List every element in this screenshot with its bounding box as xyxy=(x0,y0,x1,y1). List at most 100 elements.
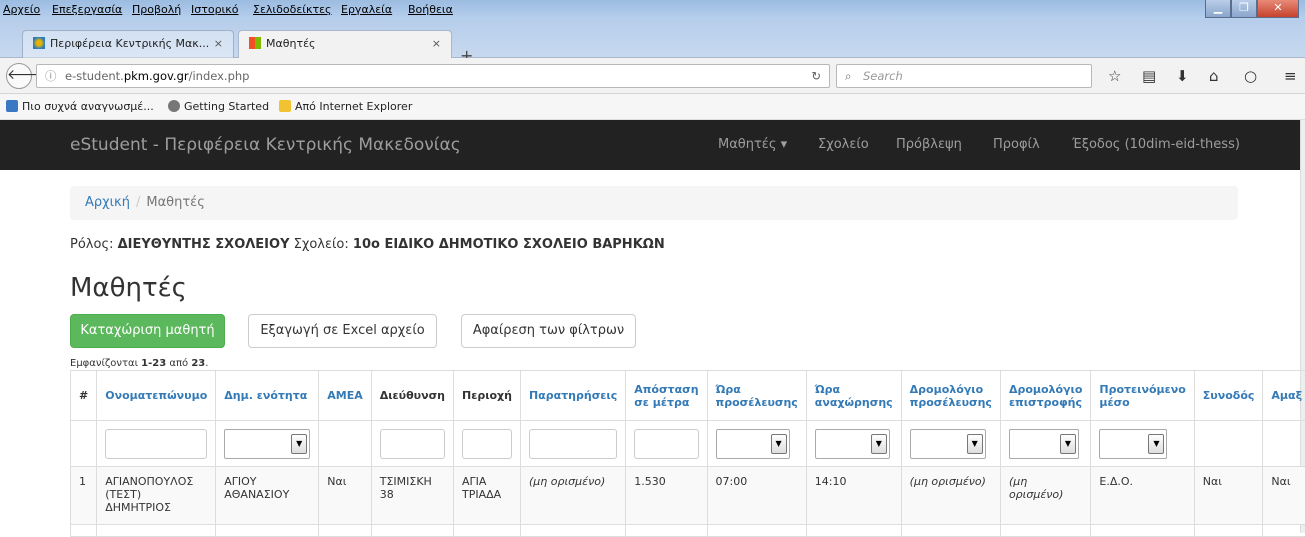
tab-title: Περιφέρεια Κεντρικής Μακ... xyxy=(50,37,209,50)
cell-suggested-transport: Ε.Δ.Ο. xyxy=(1091,467,1194,525)
clear-filters-button[interactable]: Αφαίρεση των φίλτρων xyxy=(461,314,636,348)
menu-bookmarks[interactable]: Σελιδοδείκτες xyxy=(253,3,332,16)
nav-logout[interactable]: Έξοδος (10dim-eid-thess) xyxy=(1072,137,1240,152)
address-filter-input[interactable] xyxy=(380,429,445,459)
col-header-municipality[interactable]: Δημ. ενότητα xyxy=(216,371,319,421)
bookmarks-toolbar: Πιο συχνά αναγνωσμέ... Getting Started Α… xyxy=(0,94,1305,120)
distance-filter-input[interactable] xyxy=(634,429,698,459)
return-route-filter-select[interactable]: ▼ xyxy=(1009,429,1079,459)
home-icon[interactable]: ⌂ xyxy=(1209,67,1219,85)
name-filter-input[interactable] xyxy=(105,429,207,459)
arrival-route-filter-select[interactable]: ▼ xyxy=(910,429,986,459)
filter-cell-empty xyxy=(71,421,97,467)
menu-tools[interactable]: Εργαλεία xyxy=(341,3,392,16)
minimize-icon[interactable]: ▁ xyxy=(1205,0,1231,18)
results-summary: Εμφανίζονται 1-23 από 23. xyxy=(70,358,208,369)
window-controls: ▁ ❐ ✕ xyxy=(1205,0,1299,20)
col-header-index: # xyxy=(71,371,97,421)
url-bar[interactable]: ⓘ e-student.pkm.gov.gr/index.php ↻ xyxy=(36,64,830,88)
breadcrumb-current: Μαθητές xyxy=(146,195,204,210)
breadcrumb-separator: / xyxy=(130,195,146,210)
menu-help[interactable]: Βοήθεια xyxy=(408,3,453,16)
col-header-notes[interactable]: Παρατηρήσεις xyxy=(520,371,625,421)
bookmark-ie-folder[interactable]: Από Internet Explorer xyxy=(279,100,412,113)
chat-icon[interactable]: ○ xyxy=(1244,67,1257,85)
bookmark-getting-started[interactable]: Getting Started xyxy=(168,100,269,113)
filter-cell: ▼ xyxy=(216,421,319,467)
nav-students-dropdown[interactable]: Μαθητές ▾ xyxy=(718,137,787,152)
menu-edit[interactable]: Επεξεργασία xyxy=(52,3,122,16)
nav-forecast[interactable]: Πρόβλεψη xyxy=(896,137,962,152)
bookmark-most-visited[interactable]: Πιο συχνά αναγνωσμέ... xyxy=(6,100,154,113)
col-header-return-route[interactable]: Δρομολόγιο επιστροφής xyxy=(1000,371,1090,421)
municipality-filter-select[interactable]: ▼ xyxy=(224,429,310,459)
breadcrumb: Αρχική/Μαθητές xyxy=(70,186,1238,220)
browser-menubar: Αρχείο Επεξεργασία Προβολή Ιστορικό Σελι… xyxy=(0,0,1305,20)
col-header-arrival-route[interactable]: Δρομολόγιο προσέλευσης xyxy=(901,371,1000,421)
cell-arrival-route: (μη ορισμένο) xyxy=(901,467,1000,525)
departure-time-filter-select[interactable]: ▼ xyxy=(815,429,890,459)
back-arrow-icon[interactable]: 🡐 xyxy=(6,63,32,89)
tab-close-icon[interactable]: × xyxy=(214,31,223,57)
col-header-arrival-time[interactable]: Ώρα προσέλευσης xyxy=(707,371,806,421)
filter-row: ▼ ▼ ▼ ▼ ▼ ▼ xyxy=(71,421,1305,467)
summary-total: 23 xyxy=(191,358,205,369)
col-header-disability[interactable]: ΑΜΕΑ xyxy=(319,371,372,421)
role-label: Ρόλος: xyxy=(70,237,113,252)
maximize-icon[interactable]: ❐ xyxy=(1231,0,1257,18)
col-header-suggested-transport[interactable]: Προτεινόμενο μέσο xyxy=(1091,371,1194,421)
table-row[interactable] xyxy=(71,525,1305,537)
bookmark-label: Getting Started xyxy=(184,100,269,113)
col-header-departure-time[interactable]: Ώρα αναχώρησης xyxy=(806,371,901,421)
col-header-vehicle[interactable]: Αμαξ xyxy=(1263,371,1305,421)
reading-list-icon[interactable]: ▤ xyxy=(1142,67,1156,85)
region-favicon-icon xyxy=(33,37,45,49)
col-header-name[interactable]: Ονοματεπώνυμο xyxy=(97,371,216,421)
close-window-icon[interactable]: ✕ xyxy=(1257,0,1299,18)
dropdown-arrow-icon: ▼ xyxy=(1060,434,1076,454)
page-title: Μαθητές xyxy=(70,273,187,303)
menu-history[interactable]: Ιστορικό xyxy=(191,3,239,16)
hamburger-menu-icon[interactable]: ≡ xyxy=(1284,67,1297,85)
bookmark-star-icon[interactable]: ☆ xyxy=(1108,67,1121,85)
reload-icon[interactable]: ↻ xyxy=(811,65,821,87)
app-navbar: eStudent - Περιφέρεια Κεντρικής Μακεδονί… xyxy=(0,120,1300,170)
role-info: Ρόλος: ΔΙΕΥΘΥΝΤΗΣ ΣΧΟΛΕΙΟΥ Σχολείο: 10ο … xyxy=(70,237,665,252)
transport-filter-select[interactable]: ▼ xyxy=(1099,429,1167,459)
menu-file[interactable]: Αρχείο xyxy=(3,3,40,16)
menu-view[interactable]: Προβολή xyxy=(132,3,181,16)
search-input[interactable]: ⌕ Search xyxy=(836,64,1092,88)
info-icon[interactable]: ⓘ xyxy=(45,65,57,87)
col-header-area: Περιοχή xyxy=(453,371,520,421)
filter-cell xyxy=(626,421,707,467)
app-brand[interactable]: eStudent - Περιφέρεια Κεντρικής Μακεδονί… xyxy=(70,135,461,155)
nav-school[interactable]: Σχολείο xyxy=(818,137,869,152)
tab-students[interactable]: Μαθητές × xyxy=(238,30,452,58)
cell-departure-time: 14:10 xyxy=(806,467,901,525)
dropdown-arrow-icon: ▼ xyxy=(1148,434,1164,454)
area-filter-input[interactable] xyxy=(462,429,512,459)
tab-region[interactable]: Περιφέρεια Κεντρικής Μακ... × xyxy=(22,30,234,58)
arrival-time-filter-select[interactable]: ▼ xyxy=(716,429,790,459)
download-icon[interactable]: ⬇ xyxy=(1176,67,1189,85)
cell-address: ΤΣΙΜΙΣΚΗ 38 xyxy=(371,467,453,525)
filter-cell: ▼ xyxy=(1091,421,1194,467)
table-row[interactable]: 1 ΑΓΙΑΝΟΠΟΥΛΟΣ (ΤΕΣΤ) ΔΗΜΗΤΡΙΟΣ ΑΓΙΟΥ ΑΘ… xyxy=(71,467,1305,525)
filter-cell: ▼ xyxy=(1000,421,1090,467)
nav-profile[interactable]: Προφίλ xyxy=(993,137,1040,152)
cell-area: ΑΓΙΑ ΤΡΙΑΔΑ xyxy=(453,467,520,525)
col-header-escort[interactable]: Συνοδός xyxy=(1194,371,1263,421)
filter-cell xyxy=(520,421,625,467)
cell-arrival-time: 07:00 xyxy=(707,467,806,525)
breadcrumb-home[interactable]: Αρχική xyxy=(85,195,130,210)
add-student-button[interactable]: Καταχώριση μαθητή xyxy=(70,314,225,348)
dropdown-arrow-icon: ▼ xyxy=(967,434,983,454)
cell-escort: Ναι xyxy=(1194,467,1263,525)
filter-cell: ▼ xyxy=(901,421,1000,467)
export-excel-button[interactable]: Εξαγωγή σε Excel αρχείο xyxy=(248,314,437,348)
notes-filter-input[interactable] xyxy=(529,429,617,459)
col-header-distance[interactable]: Απόσταση σε μέτρα xyxy=(626,371,707,421)
tab-close-icon[interactable]: × xyxy=(432,31,441,57)
cell-student-name-link[interactable]: ΑΓΙΑΝΟΠΟΥΛΟΣ (ΤΕΣΤ) ΔΗΜΗΤΡΙΟΣ xyxy=(97,467,216,525)
browser-navbar: 🡐 ⓘ e-student.pkm.gov.gr/index.php ↻ ⌕ S… xyxy=(0,58,1305,94)
